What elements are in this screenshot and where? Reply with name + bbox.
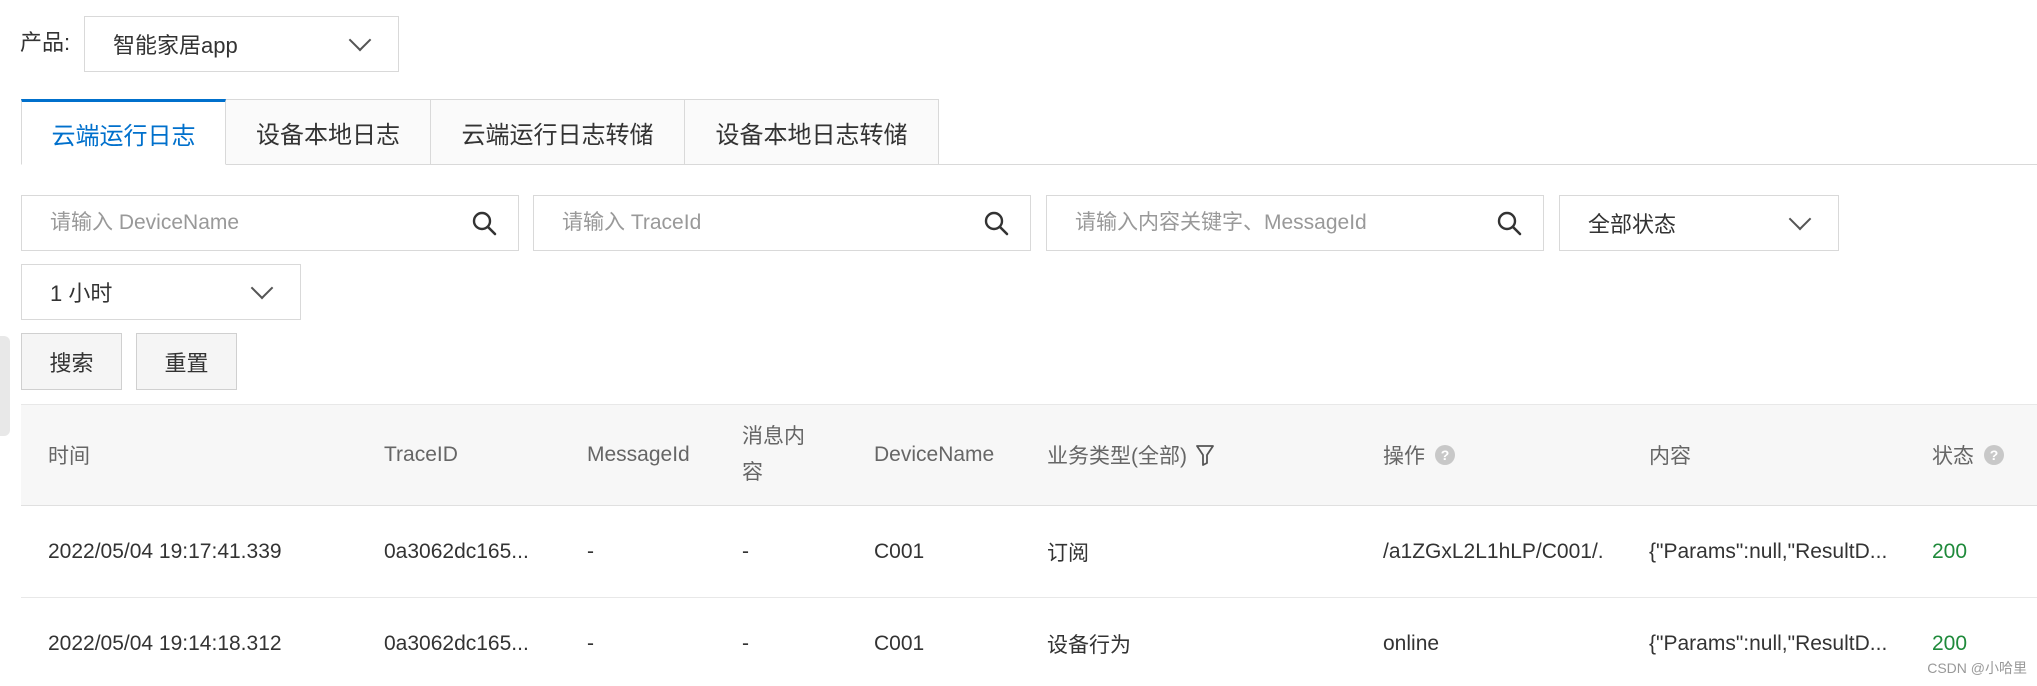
tab-device-local-log[interactable]: 设备本地日志: [226, 99, 431, 165]
cell-trace-id[interactable]: 0a3062dc165...: [384, 506, 529, 598]
status-select[interactable]: 全部状态: [1559, 195, 1839, 251]
header-operation-label: 操作: [1383, 445, 1425, 468]
cell-biz-type: 设备行为: [1047, 634, 1131, 657]
cell-message-content: -: [742, 540, 749, 563]
header-time: 时间: [48, 445, 90, 468]
cell-operation[interactable]: /a1ZGxL2L1hLP/C001/...: [1383, 506, 1603, 598]
cell-time: 2022/05/04 19:14:18.312: [48, 632, 282, 655]
content-keyword-search[interactable]: [1046, 195, 1544, 251]
trace-id-search[interactable]: [533, 195, 1031, 251]
filter-icon[interactable]: [1195, 443, 1215, 467]
header-biz-type[interactable]: 业务类型(全部): [1047, 404, 1215, 506]
chevron-down-icon: [348, 28, 372, 52]
cell-message-content: -: [742, 632, 749, 655]
header-message-id: MessageId: [587, 443, 690, 466]
cell-biz-type: 订阅: [1047, 542, 1089, 565]
table-header: [21, 404, 2037, 506]
help-icon[interactable]: ?: [1984, 445, 2004, 465]
cell-device-name: C001: [874, 632, 925, 655]
watermark: CSDN @小哈里: [1927, 660, 2027, 676]
cell-device-name: C001: [874, 540, 925, 563]
chevron-down-icon: [250, 276, 274, 300]
cell-operation[interactable]: online: [1383, 598, 1439, 686]
header-device-name: DeviceName: [874, 443, 995, 466]
device-name-input[interactable]: [22, 196, 464, 250]
header-status-label: 状态: [1932, 445, 1974, 468]
cell-trace-id[interactable]: 0a3062dc165...: [384, 598, 529, 686]
tab-device-log-dump[interactable]: 设备本地日志转储: [685, 99, 939, 165]
cell-message-id: -: [587, 540, 594, 563]
cell-status: 200: [1932, 540, 1968, 563]
reset-button[interactable]: 重置: [136, 333, 237, 390]
header-content: 内容: [1649, 445, 1691, 468]
chevron-down-icon: [1788, 207, 1812, 231]
tab-cloud-run-log[interactable]: 云端运行日志: [21, 99, 226, 165]
cell-time: 2022/05/04 19:17:41.339: [48, 540, 282, 563]
header-operation: 操作 ?: [1383, 404, 1455, 506]
search-icon[interactable]: [1489, 203, 1529, 243]
content-keyword-input[interactable]: [1047, 196, 1489, 250]
header-status: 状态 ?: [1932, 404, 2004, 506]
cell-content[interactable]: {"Params":null,"ResultD...: [1649, 598, 1887, 686]
cell-message-id: -: [587, 632, 594, 655]
search-icon[interactable]: [976, 203, 1016, 243]
header-trace-id: TraceID: [384, 443, 458, 466]
tab-cloud-log-dump[interactable]: 云端运行日志转储: [431, 99, 685, 165]
header-message-content: 消息内 容: [742, 404, 805, 506]
header-message-content-line1: 消息内: [742, 425, 805, 448]
side-handle: [0, 336, 10, 436]
product-select-value: 智能家居app: [113, 33, 238, 58]
header-biz-type-label: 业务类型(全部): [1047, 445, 1187, 468]
device-name-search[interactable]: [21, 195, 519, 251]
time-range-value: 1 小时: [50, 281, 113, 306]
header-message-content-line2: 容: [742, 461, 763, 484]
status-select-value: 全部状态: [1588, 212, 1677, 237]
time-range-select[interactable]: 1 小时: [21, 264, 301, 320]
help-icon[interactable]: ?: [1435, 445, 1455, 465]
product-select[interactable]: 智能家居app: [84, 16, 399, 72]
trace-id-input[interactable]: [534, 196, 976, 250]
product-label: 产品:: [20, 30, 71, 55]
search-button[interactable]: 搜索: [21, 333, 122, 390]
cell-content[interactable]: {"Params":null,"ResultD...: [1649, 506, 1887, 598]
search-icon[interactable]: [464, 203, 504, 243]
